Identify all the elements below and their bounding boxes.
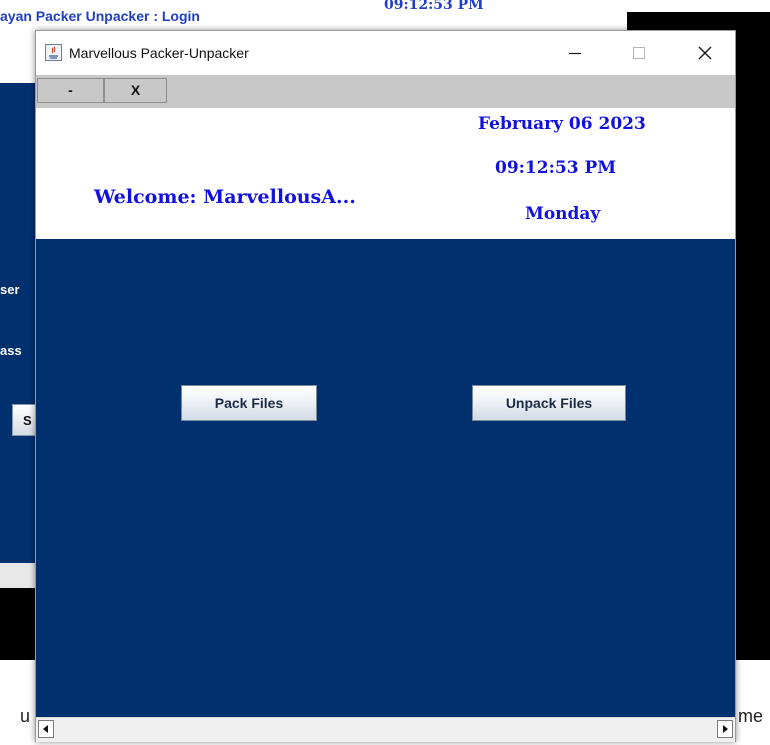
window-titlebar[interactable]: Marvellous Packer-Unpacker — [36, 31, 735, 75]
background-login-title: ayan Packer Unpacker : Login — [0, 8, 200, 24]
background-login-panel — [0, 83, 35, 563]
background-bottom-text-left: u — [20, 706, 31, 726]
day-label: Monday — [525, 204, 601, 224]
menu-close-button[interactable]: X — [104, 78, 167, 103]
maximize-button[interactable] — [616, 31, 662, 75]
scroll-right-button[interactable] — [717, 720, 733, 738]
triangle-left-icon — [43, 725, 48, 733]
close-button[interactable] — [682, 31, 728, 75]
pack-files-button[interactable]: Pack Files — [181, 385, 317, 421]
time-label: 09:12:53 PM — [495, 158, 617, 178]
background-clock: 09:12:53 PM — [384, 0, 484, 13]
scroll-left-button[interactable] — [38, 720, 54, 738]
background-black-band — [0, 588, 35, 660]
minimize-icon — [569, 52, 581, 55]
unpack-files-button[interactable]: Unpack Files — [472, 385, 626, 421]
background-strip — [0, 563, 35, 588]
minimize-button[interactable] — [552, 31, 598, 75]
main-panel: Pack Files Unpack Files — [36, 239, 735, 717]
background-password-label: ass — [0, 343, 22, 358]
welcome-label: Welcome: MarvellousA... — [94, 186, 356, 208]
maximize-icon — [633, 47, 645, 59]
packer-unpacker-window: Marvellous Packer-Unpacker - X February … — [35, 30, 736, 742]
menu-bar: - X — [36, 75, 735, 108]
background-submit-button[interactable]: S — [12, 404, 35, 436]
horizontal-scrollbar[interactable] — [36, 717, 735, 742]
triangle-right-icon — [723, 725, 728, 733]
close-icon — [698, 46, 712, 60]
date-label: February 06 2023 — [478, 114, 646, 134]
header-panel: February 06 2023 09:12:53 PM Welcome: Ma… — [36, 108, 735, 240]
java-app-icon — [45, 44, 62, 61]
background-bottom-text-right: me — [738, 706, 764, 726]
menu-minimize-button[interactable]: - — [37, 78, 104, 103]
background-username-label: ser — [0, 282, 20, 297]
window-title: Marvellous Packer-Unpacker — [69, 45, 249, 61]
